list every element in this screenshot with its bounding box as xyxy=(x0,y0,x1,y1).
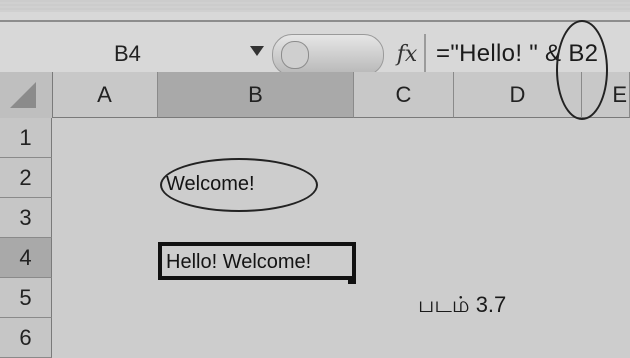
row-headers: 1 2 3 4 5 6 xyxy=(0,118,52,358)
row-header-5[interactable]: 5 xyxy=(0,278,52,318)
select-all-button[interactable] xyxy=(0,72,53,119)
spreadsheet-screenshot: B4 fx ="Hello! " & B2 A B C D E 1 2 3 4 … xyxy=(0,0,630,358)
column-header-b[interactable]: B xyxy=(158,72,354,118)
row-header-6[interactable]: 6 xyxy=(0,318,52,358)
cell-area[interactable]: Welcome! Hello! Welcome! xyxy=(52,118,630,358)
figure-caption: படம் 3.7 xyxy=(418,292,507,317)
row-header-3[interactable]: 3 xyxy=(0,198,52,238)
row-header-1[interactable]: 1 xyxy=(0,118,52,158)
row-header-2[interactable]: 2 xyxy=(0,158,52,198)
fill-handle[interactable] xyxy=(348,276,356,284)
select-all-icon xyxy=(10,56,36,108)
annotation-circle-formula xyxy=(556,20,608,120)
formula-bar-resize-handle[interactable] xyxy=(272,34,384,76)
row-header-4[interactable]: 4 xyxy=(0,238,52,278)
annotation-circle-b2 xyxy=(160,158,318,212)
divider xyxy=(424,34,426,74)
column-header-c[interactable]: C xyxy=(354,72,454,118)
column-header-a[interactable]: A xyxy=(52,72,158,118)
cell-b4[interactable]: Hello! Welcome! xyxy=(166,248,311,276)
worksheet-grid: A B C D E 1 2 3 4 5 6 Welcome! Hello! We… xyxy=(0,72,630,358)
column-headers: A B C D E xyxy=(0,72,630,119)
insert-function-icon[interactable]: fx xyxy=(392,40,422,70)
chevron-down-icon[interactable] xyxy=(250,46,264,56)
name-box[interactable]: B4 xyxy=(58,32,258,76)
formula-bar: B4 fx ="Hello! " & B2 xyxy=(0,12,630,82)
formula-bar-top-border xyxy=(0,20,630,22)
